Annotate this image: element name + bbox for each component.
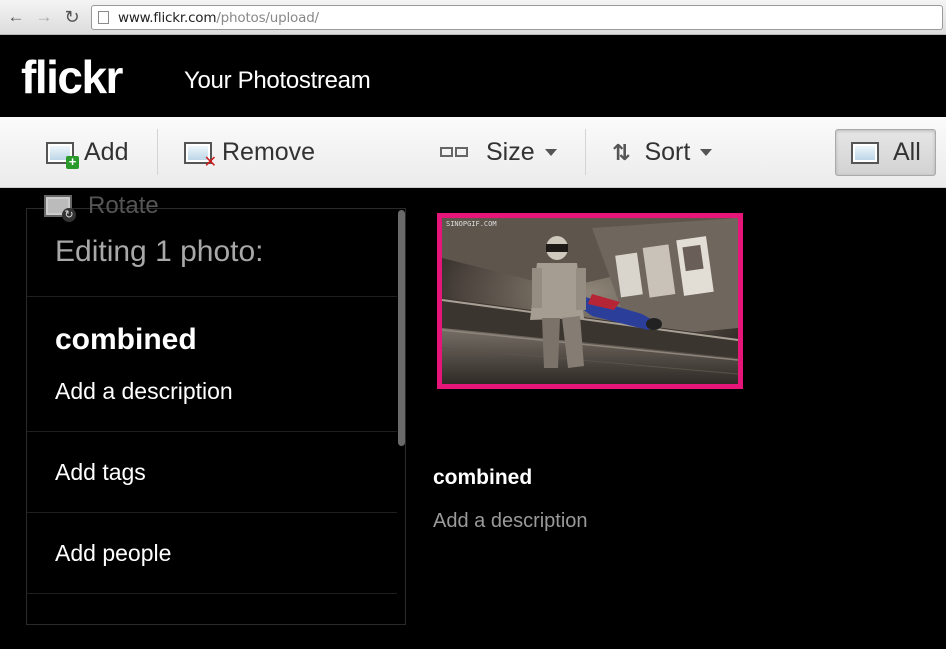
photo-watermark: SINOPGIF.COM [446, 220, 497, 228]
toolbar-divider [157, 129, 158, 175]
address-bar[interactable]: www.flickr.com/photos/upload/ [91, 5, 943, 30]
photo-caption-title[interactable]: combined [433, 466, 532, 490]
size-dropdown[interactable]: Size [440, 117, 557, 188]
page-icon [98, 11, 109, 24]
size-icon [440, 146, 470, 159]
photo-image [442, 218, 738, 384]
add-label: Add [84, 138, 129, 166]
add-button[interactable]: + Add [46, 117, 128, 188]
site-header: flickr Your Photostream [0, 36, 946, 117]
select-all-button[interactable]: All [835, 129, 936, 176]
remove-label: Remove [222, 138, 316, 166]
browser-toolbar: ← → ↻ www.flickr.com/photos/upload/ [0, 0, 946, 35]
sort-label: Sort [644, 138, 691, 166]
chevron-down-icon [700, 149, 713, 156]
edit-panel: Editing 1 photo: combined Add a descript… [26, 208, 406, 625]
page-title[interactable]: Your Photostream [184, 67, 371, 95]
scrollbar-thumb[interactable] [398, 210, 405, 446]
remove-photo-icon: ✕ [184, 141, 217, 170]
rotate-button[interactable]: ↻ Rotate [44, 192, 159, 222]
photo-title-field[interactable]: combined [55, 323, 197, 357]
all-label: All [893, 138, 921, 166]
add-photo-icon: + [46, 141, 79, 169]
panel-heading: Editing 1 photo: [55, 235, 264, 268]
toolbar-divider [585, 129, 586, 175]
url-text: www.flickr.com/photos/upload/ [118, 10, 319, 26]
remove-button[interactable]: ✕ Remove [184, 117, 315, 188]
panel-scrollbar[interactable] [396, 208, 406, 448]
divider [27, 431, 397, 432]
reload-icon[interactable]: ↻ [62, 7, 82, 27]
forward-arrow-icon[interactable]: → [34, 7, 54, 27]
sort-dropdown[interactable]: ⇅ Sort [612, 117, 713, 188]
divider [27, 296, 397, 297]
divider [27, 512, 397, 513]
photo-icon [851, 141, 879, 164]
size-label: Size [486, 138, 535, 166]
tags-field[interactable]: Add tags [55, 459, 146, 486]
organizr-toolbar: + Add ✕ Remove Size ⇅ Sort All [0, 117, 946, 188]
people-field[interactable]: Add people [55, 540, 171, 567]
sort-icon: ⇅ [612, 139, 631, 165]
divider [27, 593, 397, 594]
rotate-label: Rotate [88, 192, 159, 219]
photo-thumbnail[interactable]: SINOPGIF.COM [437, 213, 743, 389]
back-arrow-icon[interactable]: ← [6, 7, 26, 27]
description-field[interactable]: Add a description [55, 378, 233, 405]
chevron-down-icon [544, 149, 557, 156]
flickr-logo[interactable]: flickr [21, 50, 123, 104]
photo-caption-description[interactable]: Add a description [433, 510, 588, 533]
rotate-photo-icon: ↻ [44, 195, 76, 222]
